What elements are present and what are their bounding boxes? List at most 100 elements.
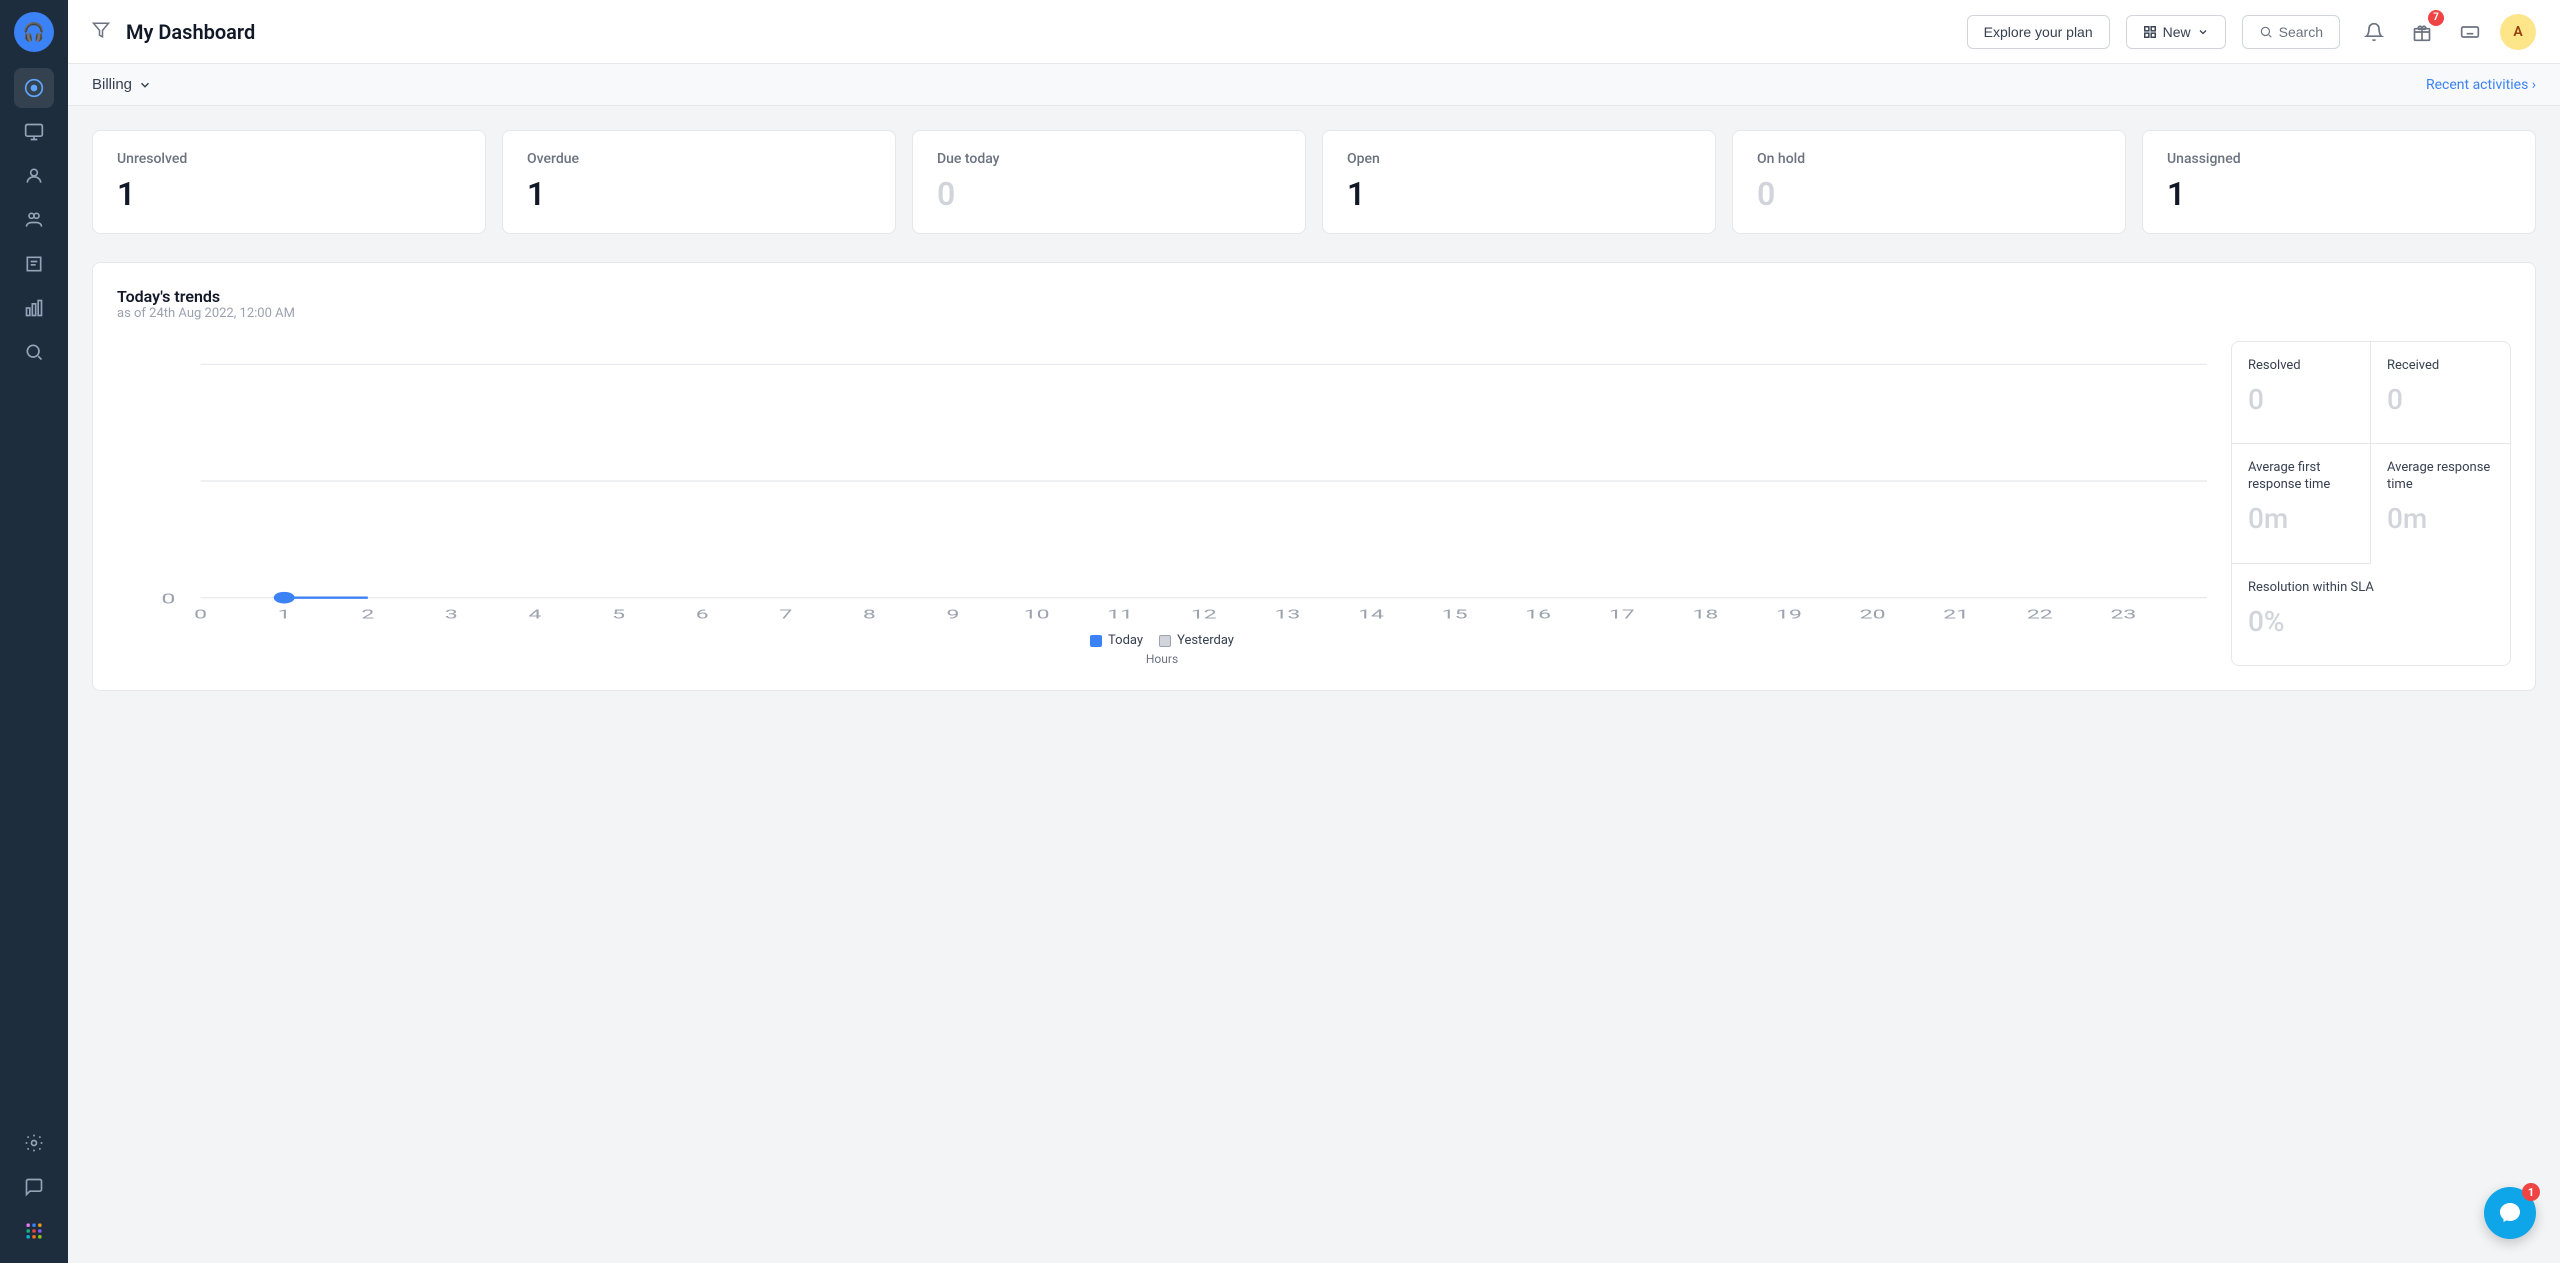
stat-received-value: 0 <box>2387 383 2494 416</box>
content-area: Unresolved 1 Overdue 1 Due today 0 Open … <box>68 106 2560 1263</box>
svg-text:11: 11 <box>1107 607 1133 621</box>
main-content: My Dashboard Explore your plan New Searc… <box>68 0 2560 1263</box>
svg-text:17: 17 <box>1609 607 1635 621</box>
topbar-icons: 7 A <box>2356 14 2536 50</box>
sidebar-item-dashboard[interactable] <box>14 68 54 108</box>
stat-received-label: Received <box>2387 358 2494 375</box>
legend-yesterday-label: Yesterday <box>1177 633 1234 648</box>
svg-text:7: 7 <box>779 607 792 621</box>
svg-text:16: 16 <box>1525 607 1551 621</box>
sidebar-item-apps[interactable] <box>14 1211 54 1251</box>
stat-label-4: On hold <box>1757 151 2101 167</box>
svg-text:13: 13 <box>1274 607 1300 621</box>
sidebar-item-knowledge[interactable] <box>14 244 54 284</box>
trends-title: Today's trends <box>117 287 2511 306</box>
stat-resolved-value: 0 <box>2248 383 2354 416</box>
stat-value-3: 1 <box>1347 175 1691 213</box>
chart-area: 0 0 1 2 3 4 5 6 7 <box>117 341 2207 666</box>
stat-avg-response: Average response time 0m <box>2371 444 2510 563</box>
filter-icon[interactable] <box>92 21 110 43</box>
trends-section: Today's trends as of 24th Aug 2022, 12:0… <box>92 262 2536 691</box>
trends-body: 0 0 1 2 3 4 5 6 7 <box>117 341 2511 666</box>
stat-label-1: Overdue <box>527 151 871 167</box>
keyboard-button[interactable] <box>2452 14 2488 50</box>
svg-text:6: 6 <box>696 607 709 621</box>
app-logo[interactable]: 🎧 <box>14 12 54 52</box>
svg-text:22: 22 <box>2027 607 2053 621</box>
legend-yesterday: Yesterday <box>1159 633 1234 648</box>
stats-panel: Resolved 0 Received 0 Average first resp… <box>2231 341 2511 666</box>
stat-label-3: Open <box>1347 151 1691 167</box>
sidebar-item-contacts[interactable] <box>14 156 54 196</box>
sidebar-item-chat[interactable] <box>14 1167 54 1207</box>
today-dot <box>1090 635 1102 647</box>
new-button-label: New <box>2163 24 2191 40</box>
svg-text:3: 3 <box>445 607 458 621</box>
chart-legend: Today Yesterday <box>117 633 2207 648</box>
gifts-badge: 7 <box>2428 10 2444 26</box>
svg-text:20: 20 <box>1860 607 1886 621</box>
stat-card-unresolved[interactable]: Unresolved 1 <box>92 130 486 234</box>
stat-value-2: 0 <box>937 175 1281 213</box>
yesterday-dot <box>1159 635 1171 647</box>
chart-container: 0 0 1 2 3 4 5 6 7 <box>117 341 2207 625</box>
svg-text:18: 18 <box>1692 607 1718 621</box>
svg-text:0: 0 <box>161 590 175 607</box>
billing-label: Billing <box>92 76 132 93</box>
stat-card-on-hold[interactable]: On hold 0 <box>1732 130 2126 234</box>
stat-value-0: 1 <box>117 175 461 213</box>
billing-button[interactable]: Billing <box>92 76 152 93</box>
gifts-button[interactable]: 7 <box>2404 14 2440 50</box>
trends-header: Today's trends as of 24th Aug 2022, 12:0… <box>117 287 2511 321</box>
explore-plan-button[interactable]: Explore your plan <box>1967 15 2110 49</box>
svg-text:14: 14 <box>1358 607 1384 621</box>
svg-text:2: 2 <box>361 607 374 621</box>
chart-svg: 0 0 1 2 3 4 5 6 7 <box>117 341 2207 621</box>
svg-text:19: 19 <box>1776 607 1802 621</box>
avatar[interactable]: A <box>2500 14 2536 50</box>
stat-card-overdue[interactable]: Overdue 1 <box>502 130 896 234</box>
stat-sla: Resolution within SLA 0% <box>2232 564 2510 665</box>
svg-text:15: 15 <box>1442 607 1468 621</box>
stat-sla-label: Resolution within SLA <box>2248 580 2494 597</box>
stat-avg-response-label: Average response time <box>2387 460 2494 494</box>
stat-sla-value: 0% <box>2248 605 2494 638</box>
stat-avg-first-value: 0m <box>2248 502 2354 535</box>
stat-avg-first-response: Average first response time 0m <box>2232 444 2371 563</box>
legend-today-label: Today <box>1108 633 1143 648</box>
stat-label-0: Unresolved <box>117 151 461 167</box>
sidebar-item-campaigns[interactable] <box>14 332 54 372</box>
stats-grid: Unresolved 1 Overdue 1 Due today 0 Open … <box>92 130 2536 234</box>
subheader: Billing Recent activities › <box>68 64 2560 106</box>
sidebar-item-teams[interactable] <box>14 200 54 240</box>
stat-label-5: Unassigned <box>2167 151 2511 167</box>
svg-text:0: 0 <box>194 607 207 621</box>
svg-text:9: 9 <box>947 607 960 621</box>
sidebar-item-settings[interactable] <box>14 1123 54 1163</box>
svg-text:12: 12 <box>1191 607 1217 621</box>
stat-card-due-today[interactable]: Due today 0 <box>912 130 1306 234</box>
stat-card-unassigned[interactable]: Unassigned 1 <box>2142 130 2536 234</box>
stat-avg-first-label: Average first response time <box>2248 460 2354 494</box>
svg-text:1: 1 <box>278 607 291 621</box>
stat-value-1: 1 <box>527 175 871 213</box>
sidebar-item-conversations[interactable] <box>14 112 54 152</box>
sidebar-item-reports[interactable] <box>14 288 54 328</box>
chat-float-button[interactable]: 1 <box>2484 1187 2536 1239</box>
stat-resolved-label: Resolved <box>2248 358 2354 375</box>
recent-activities-link[interactable]: Recent activities › <box>2426 77 2536 93</box>
stat-label-2: Due today <box>937 151 1281 167</box>
chat-float-badge: 1 <box>2522 1183 2540 1201</box>
stat-avg-response-value: 0m <box>2387 502 2494 535</box>
notifications-button[interactable] <box>2356 14 2392 50</box>
stat-card-open[interactable]: Open 1 <box>1322 130 1716 234</box>
sidebar: 🎧 <box>0 0 68 1263</box>
x-axis-label: Hours <box>117 652 2207 666</box>
topbar: My Dashboard Explore your plan New Searc… <box>68 0 2560 64</box>
stat-received: Received 0 <box>2371 342 2510 444</box>
svg-text:23: 23 <box>2110 607 2136 621</box>
search-button[interactable]: Search <box>2242 15 2340 49</box>
search-label: Search <box>2279 24 2323 40</box>
new-button[interactable]: New <box>2126 15 2226 49</box>
legend-today: Today <box>1090 633 1143 648</box>
